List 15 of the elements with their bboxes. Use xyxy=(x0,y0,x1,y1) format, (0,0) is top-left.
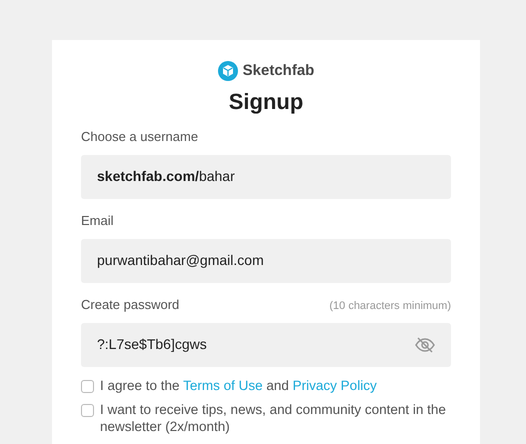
username-field[interactable]: sketchfab.com/bahar xyxy=(81,154,451,198)
terms-label: I agree to the Terms of Use and Privacy Policy xyxy=(100,376,377,394)
newsletter-label: I want to receive tips, news, and community content in the newsletter (2x/month) xyxy=(100,400,447,434)
cube-logo-icon xyxy=(218,61,238,82)
field-label: Choose a username xyxy=(81,128,198,146)
password-field[interactable]: ?:L7se$Tb6]cgws xyxy=(81,322,451,366)
field-label: Create password xyxy=(81,296,180,314)
field-hint: (10 characters minimum) xyxy=(329,299,451,314)
eye-slash-icon[interactable] xyxy=(415,336,435,352)
email-field[interactable]: purwantibahar@gmail.com xyxy=(81,238,451,282)
checkbox[interactable] xyxy=(81,380,94,392)
page-title: Signup xyxy=(228,88,304,116)
checkbox[interactable] xyxy=(81,404,94,416)
brand-name: Sketchfab xyxy=(242,61,314,81)
field-label: Email xyxy=(81,212,114,230)
